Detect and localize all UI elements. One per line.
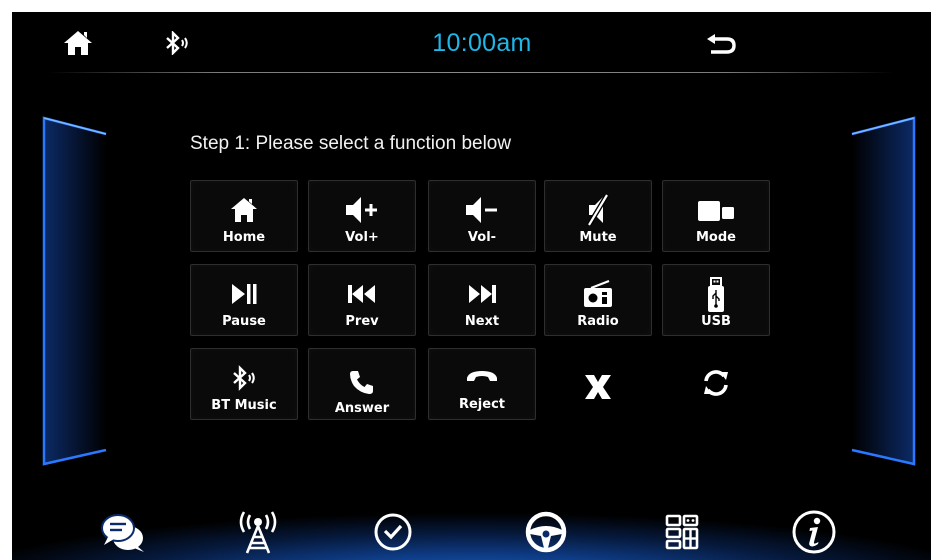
- info-icon[interactable]: [786, 508, 842, 556]
- back-icon[interactable]: [704, 28, 738, 58]
- apps-grid-icon[interactable]: [654, 508, 710, 556]
- radio-button[interactable]: Radio: [544, 264, 652, 336]
- chat-icon[interactable]: [96, 508, 152, 556]
- next-label: Next: [464, 314, 500, 329]
- prev-button[interactable]: Prev: [308, 264, 416, 336]
- antenna-icon[interactable]: [230, 508, 286, 556]
- reset-button[interactable]: [662, 348, 770, 420]
- bt-music-label: BT Music: [211, 398, 277, 413]
- refresh-icon: [662, 368, 770, 398]
- reject-button[interactable]: Reject: [428, 348, 536, 420]
- bottom-dock: [12, 488, 931, 560]
- next-track-icon: [429, 279, 535, 309]
- home-label: Home: [222, 230, 266, 245]
- phone-answer-icon: [309, 367, 415, 397]
- steering-wheel-icon[interactable]: [518, 508, 574, 556]
- home-icon[interactable]: [60, 28, 96, 58]
- status-bar: 10:00am: [12, 12, 931, 74]
- play-pause-icon: [191, 279, 297, 309]
- clock-icon[interactable]: [365, 508, 421, 556]
- left-glow-panel: [42, 116, 108, 466]
- prev-label: Prev: [345, 314, 379, 329]
- usb-button[interactable]: USB: [662, 264, 770, 336]
- clock-time: 10:00am: [432, 29, 532, 57]
- home-button[interactable]: Home: [190, 180, 298, 252]
- close-x-icon: [544, 372, 652, 402]
- mode-label: Mode: [696, 230, 736, 245]
- radio-icon: [545, 279, 651, 309]
- previous-track-icon: [309, 279, 415, 309]
- volume-down-icon: [429, 195, 535, 225]
- vol-up-button[interactable]: Vol+: [308, 180, 416, 252]
- vol-up-label: Vol+: [345, 230, 379, 245]
- answer-label: Answer: [334, 401, 390, 416]
- mode-icon: [663, 195, 769, 225]
- mute-icon: [545, 194, 651, 226]
- answer-button[interactable]: Answer: [308, 348, 416, 420]
- pause-button[interactable]: Pause: [190, 264, 298, 336]
- usb-icon: [663, 277, 769, 313]
- vol-down-button[interactable]: Vol-: [428, 180, 536, 252]
- step-prompt: Step 1: Please select a function below: [190, 133, 512, 154]
- head-unit-screen: 10:00am Step 1: Please select a function…: [12, 12, 931, 560]
- clear-button[interactable]: [544, 348, 652, 420]
- mute-label: Mute: [579, 230, 617, 245]
- usb-label: USB: [701, 314, 731, 329]
- bt-music-button[interactable]: BT Music: [190, 348, 298, 420]
- bluetooth-audio-icon: [162, 28, 192, 58]
- volume-up-icon: [309, 195, 415, 225]
- mute-button[interactable]: Mute: [544, 180, 652, 252]
- reject-label: Reject: [458, 397, 506, 412]
- next-button[interactable]: Next: [428, 264, 536, 336]
- pause-label: Pause: [222, 314, 266, 329]
- vol-down-label: Vol-: [467, 230, 497, 245]
- bluetooth-music-icon: [191, 363, 297, 393]
- status-divider: [48, 72, 894, 73]
- mode-button[interactable]: Mode: [662, 180, 770, 252]
- home-icon: [191, 195, 297, 225]
- radio-label: Radio: [577, 314, 619, 329]
- right-glow-panel: [850, 116, 916, 466]
- phone-reject-icon: [429, 365, 535, 387]
